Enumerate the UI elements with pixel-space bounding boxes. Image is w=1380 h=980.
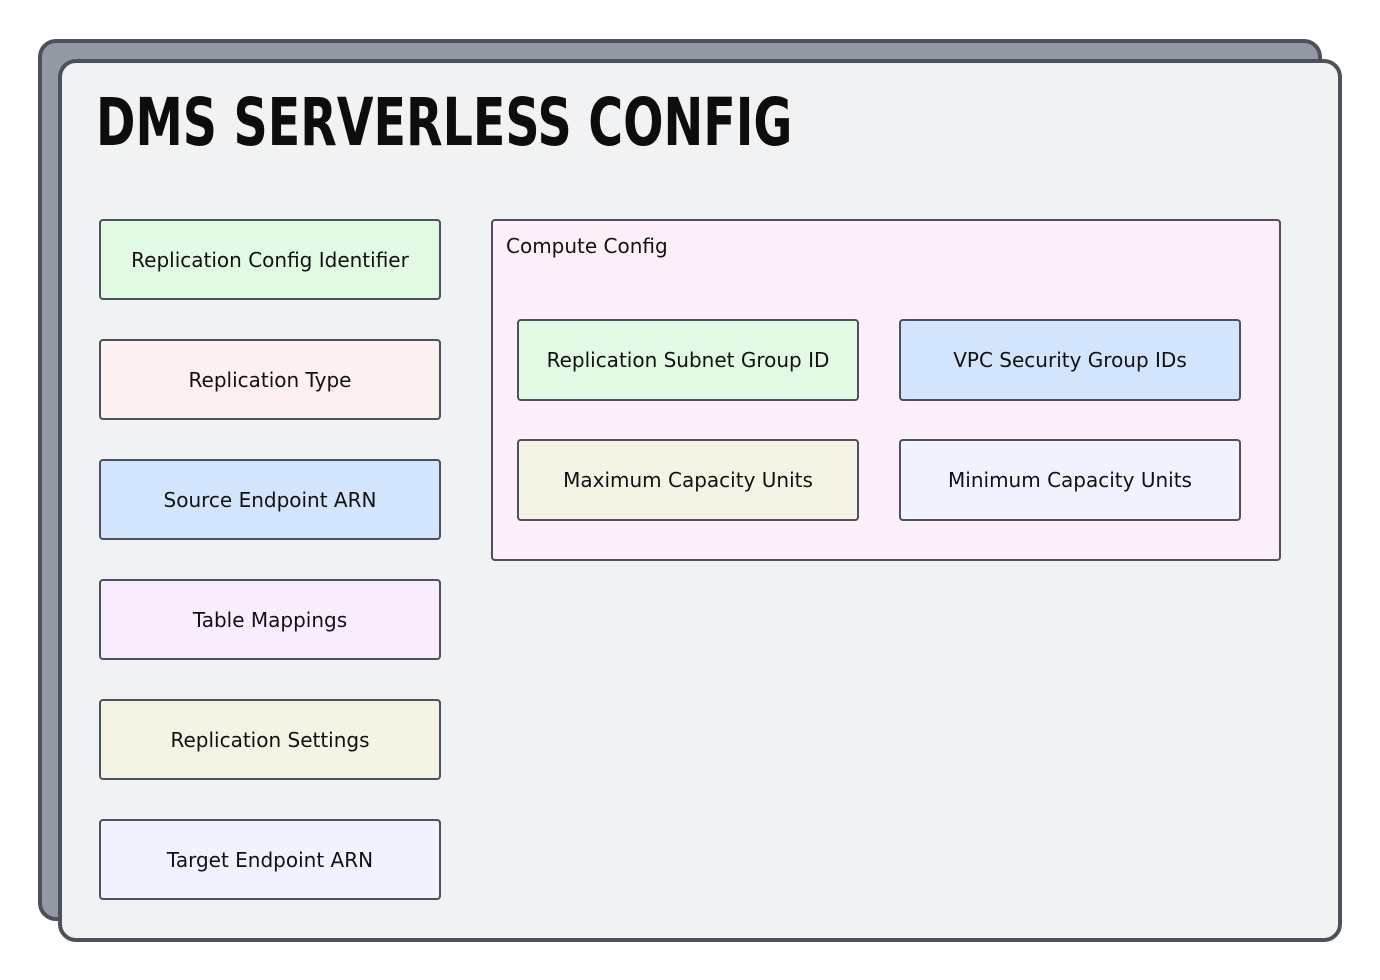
field-target-endpoint-arn: Target Endpoint ARN — [99, 819, 441, 900]
field-label: Table Mappings — [192, 607, 348, 632]
field-label: Maximum Capacity Units — [563, 468, 813, 492]
compute-config-label: Compute Config — [506, 234, 668, 258]
field-vpc-security-group-ids: VPC Security Group IDs — [899, 319, 1241, 401]
field-replication-subnet-group-id: Replication Subnet Group ID — [517, 319, 859, 401]
field-label: Target Endpoint ARN — [166, 847, 374, 872]
field-label: Minimum Capacity Units — [948, 468, 1192, 492]
field-maximum-capacity-units: Maximum Capacity Units — [517, 439, 859, 521]
field-replication-type: Replication Type — [99, 339, 441, 420]
field-minimum-capacity-units: Minimum Capacity Units — [899, 439, 1241, 521]
field-label: Replication Subnet Group ID — [546, 348, 830, 372]
diagram-title: DMS SERVERLESS CONFIG — [96, 84, 793, 161]
field-label: Replication Settings — [170, 727, 370, 752]
field-table-mappings: Table Mappings — [99, 579, 441, 660]
field-source-endpoint-arn: Source Endpoint ARN — [99, 459, 441, 540]
field-label: Replication Config Identifier — [131, 247, 409, 272]
field-replication-config-identifier: Replication Config Identifier — [99, 219, 441, 300]
field-label: VPC Security Group IDs — [953, 348, 1187, 372]
field-label: Replication Type — [188, 367, 352, 392]
field-replication-settings: Replication Settings — [99, 699, 441, 780]
field-label: Source Endpoint ARN — [163, 487, 377, 512]
